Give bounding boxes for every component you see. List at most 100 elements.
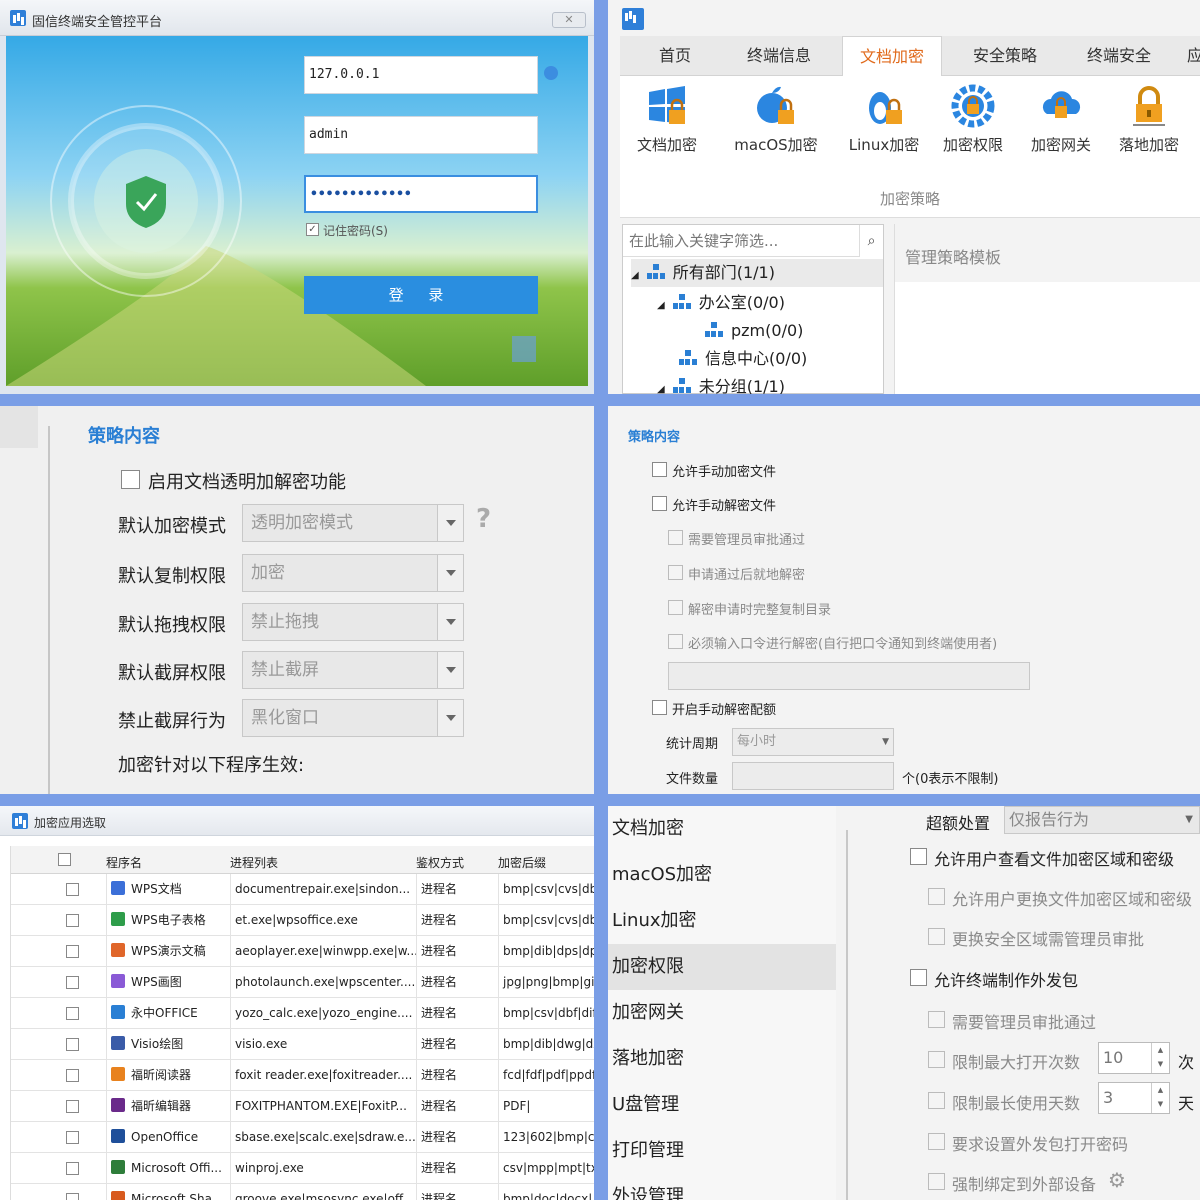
nav-peripheral-management[interactable]: 外设管理 (608, 1174, 836, 1200)
username-input[interactable]: admin (304, 116, 538, 154)
nav-doc-encrypt[interactable]: 文档加密 (608, 806, 836, 852)
server-address-input[interactable]: 127.0.0.1 (304, 56, 538, 94)
column-encrypt-ext[interactable]: 加密后缀 (498, 854, 546, 871)
ribbon-landing-encrypt-button[interactable]: 落地加密 (1106, 84, 1192, 155)
row-checkbox[interactable] (66, 1069, 79, 1082)
tab-terminal-security[interactable]: 终端安全 (1064, 36, 1174, 76)
default-copy-permission-select[interactable]: 加密 (242, 554, 464, 592)
expand-icon[interactable]: ◢ (657, 384, 665, 394)
decrypt-password-input[interactable] (668, 662, 1030, 690)
table-row[interactable]: WPS文档 documentrepair.exe|sindon... 进程名 bmp|… (10, 874, 594, 905)
default-encrypt-mode-select[interactable]: 透明加密模式 (242, 504, 464, 542)
nav-landing-encrypt[interactable]: 落地加密 (608, 1036, 836, 1082)
row-checkbox[interactable] (66, 1162, 79, 1175)
change-area-approval-checkbox[interactable] (928, 928, 945, 945)
column-program-name[interactable]: 程序名 (106, 854, 142, 871)
nav-usb-management[interactable]: U盘管理 (608, 1082, 836, 1128)
ribbon-linux-encrypt-button[interactable]: Linux加密 (834, 84, 934, 155)
remember-password-checkbox[interactable]: ✓ (306, 223, 319, 236)
chevron-down-icon[interactable] (437, 604, 463, 640)
row-checkbox[interactable] (66, 976, 79, 989)
nav-print-management[interactable]: 打印管理 (608, 1128, 836, 1174)
chevron-down-icon[interactable] (437, 555, 463, 591)
row-checkbox[interactable] (66, 1193, 79, 1200)
spinner-icon[interactable]: ▲ ▼ (1151, 1043, 1169, 1073)
bind-device-checkbox[interactable] (928, 1173, 945, 1190)
tree-node-pzm[interactable]: pzm(0/0) (705, 317, 803, 345)
package-password-checkbox[interactable] (928, 1133, 945, 1150)
ribbon-macos-encrypt-button[interactable]: macOS加密 (718, 84, 834, 155)
nav-encrypt-gateway[interactable]: 加密网关 (608, 990, 836, 1036)
tree-node-it[interactable]: 信息中心(0/0) (679, 345, 807, 373)
select-all-checkbox[interactable] (58, 853, 71, 866)
spinner-icon[interactable]: ▲ ▼ (1151, 1083, 1169, 1113)
chevron-down-icon[interactable] (437, 652, 463, 688)
tab-terminal-info[interactable]: 终端信息 (724, 36, 834, 76)
tab-more[interactable]: 应 (1180, 36, 1200, 76)
login-button[interactable]: 登 录 (304, 276, 538, 314)
copy-directory-checkbox[interactable] (668, 600, 683, 615)
table-row[interactable]: 福昕编辑器 FOXITPHANTOM.EXE|FoxitP... 进程名 PDF| (10, 1091, 594, 1122)
max-open-count-checkbox[interactable] (928, 1051, 945, 1068)
manual-decrypt-checkbox[interactable] (652, 496, 667, 511)
password-input[interactable]: ••••••••••••• (304, 175, 538, 213)
expand-icon[interactable]: ◢ (657, 300, 665, 311)
ribbon-doc-encrypt-button[interactable]: 文档加密 (624, 84, 710, 155)
file-count-input[interactable] (732, 762, 894, 790)
column-auth-method[interactable]: 鉴权方式 (416, 854, 464, 871)
period-select[interactable]: 每小时 ▼ (732, 728, 894, 756)
help-icon[interactable]: ? (476, 504, 491, 534)
row-checkbox[interactable] (66, 945, 79, 958)
search-icon[interactable]: ⌕ (859, 225, 883, 257)
nav-macos-encrypt[interactable]: macOS加密 (608, 852, 836, 898)
tree-node-ungrouped[interactable]: ◢ 未分组(1/1) (657, 373, 785, 394)
max-use-days-checkbox[interactable] (928, 1092, 945, 1109)
user-icon[interactable] (544, 66, 558, 80)
chevron-down-icon[interactable] (437, 505, 463, 541)
view-encrypt-area-checkbox[interactable] (910, 848, 927, 865)
decrypt-quota-checkbox[interactable] (652, 700, 667, 715)
table-row[interactable]: WPS画图 photolaunch.exe|wpscenter.... 进程名 jpg… (10, 967, 594, 998)
max-use-days-input[interactable]: 3 ▲ ▼ (1098, 1082, 1170, 1114)
row-checkbox[interactable] (66, 1131, 79, 1144)
row-checkbox[interactable] (66, 1038, 79, 1051)
expand-icon[interactable]: ◢ (631, 270, 639, 281)
ribbon-encrypt-gateway-button[interactable]: 加密网关 (1018, 84, 1104, 155)
tree-node-office[interactable]: ◢ 办公室(0/0) (657, 289, 785, 317)
overlimit-select[interactable]: 仅报告行为 ▼ (1004, 806, 1200, 834)
table-row[interactable]: Visio绘图 visio.exe 进程名 bmp|dib|dwg|dx (10, 1029, 594, 1060)
tree-search-input[interactable]: 在此输入关键字筛选... (623, 225, 859, 257)
chevron-down-icon[interactable] (437, 700, 463, 736)
row-checkbox[interactable] (66, 1007, 79, 1020)
row-checkbox[interactable] (66, 883, 79, 896)
row-checkbox[interactable] (66, 914, 79, 927)
package-approval-checkbox[interactable] (928, 1011, 945, 1028)
forbid-screenshot-behavior-select[interactable]: 黑化窗口 (242, 699, 464, 737)
tab-doc-encrypt[interactable]: 文档加密 (842, 36, 942, 76)
nav-encrypt-permission[interactable]: 加密权限 (608, 944, 836, 990)
tree-node-all[interactable]: ◢ 所有部门(1/1) (631, 259, 883, 287)
ribbon-encrypt-permission-button[interactable]: 加密权限 (930, 84, 1016, 155)
row-checkbox[interactable] (66, 1100, 79, 1113)
enable-transparent-encryption-checkbox[interactable] (121, 470, 140, 489)
column-process-list[interactable]: 进程列表 (230, 854, 278, 871)
close-icon[interactable]: ✕ (552, 12, 586, 28)
table-row[interactable]: Microsoft Sha... groove.exe|msosync.exe|o… (10, 1184, 594, 1200)
table-row[interactable]: OpenOffice sbase.exe|scalc.exe|sdraw.e...… (10, 1122, 594, 1153)
admin-approval-checkbox[interactable] (668, 530, 683, 545)
default-screenshot-permission-select[interactable]: 禁止截屏 (242, 651, 464, 689)
table-row[interactable]: WPS演示文稿 aeoplayer.exe|winwpp.exe|w... 进程名 b… (10, 936, 594, 967)
gear-icon[interactable]: ⚙ (1108, 1168, 1126, 1192)
make-outgoing-package-checkbox[interactable] (910, 969, 927, 986)
tab-security-policy[interactable]: 安全策略 (950, 36, 1060, 76)
table-row[interactable]: 福昕阅读器 foxit reader.exe|foxitreader.... 进程名… (10, 1060, 594, 1091)
table-row[interactable]: Microsoft Offi... winproj.exe 进程名 csv|mpp|m… (10, 1153, 594, 1184)
chevron-down-icon[interactable]: ▼ (882, 729, 889, 755)
table-row[interactable]: WPS电子表格 et.exe|wpsoffice.exe 进程名 bmp|csv|cv… (10, 905, 594, 936)
chevron-down-icon[interactable]: ▼ (1185, 807, 1193, 833)
max-open-count-input[interactable]: 10 ▲ ▼ (1098, 1042, 1170, 1074)
decrypt-in-place-checkbox[interactable] (668, 565, 683, 580)
default-drag-permission-select[interactable]: 禁止拖拽 (242, 603, 464, 641)
table-row[interactable]: 永中OFFICE yozo_calc.exe|yozo_engine.... 进程名… (10, 998, 594, 1029)
tab-home[interactable]: 首页 (630, 36, 720, 76)
